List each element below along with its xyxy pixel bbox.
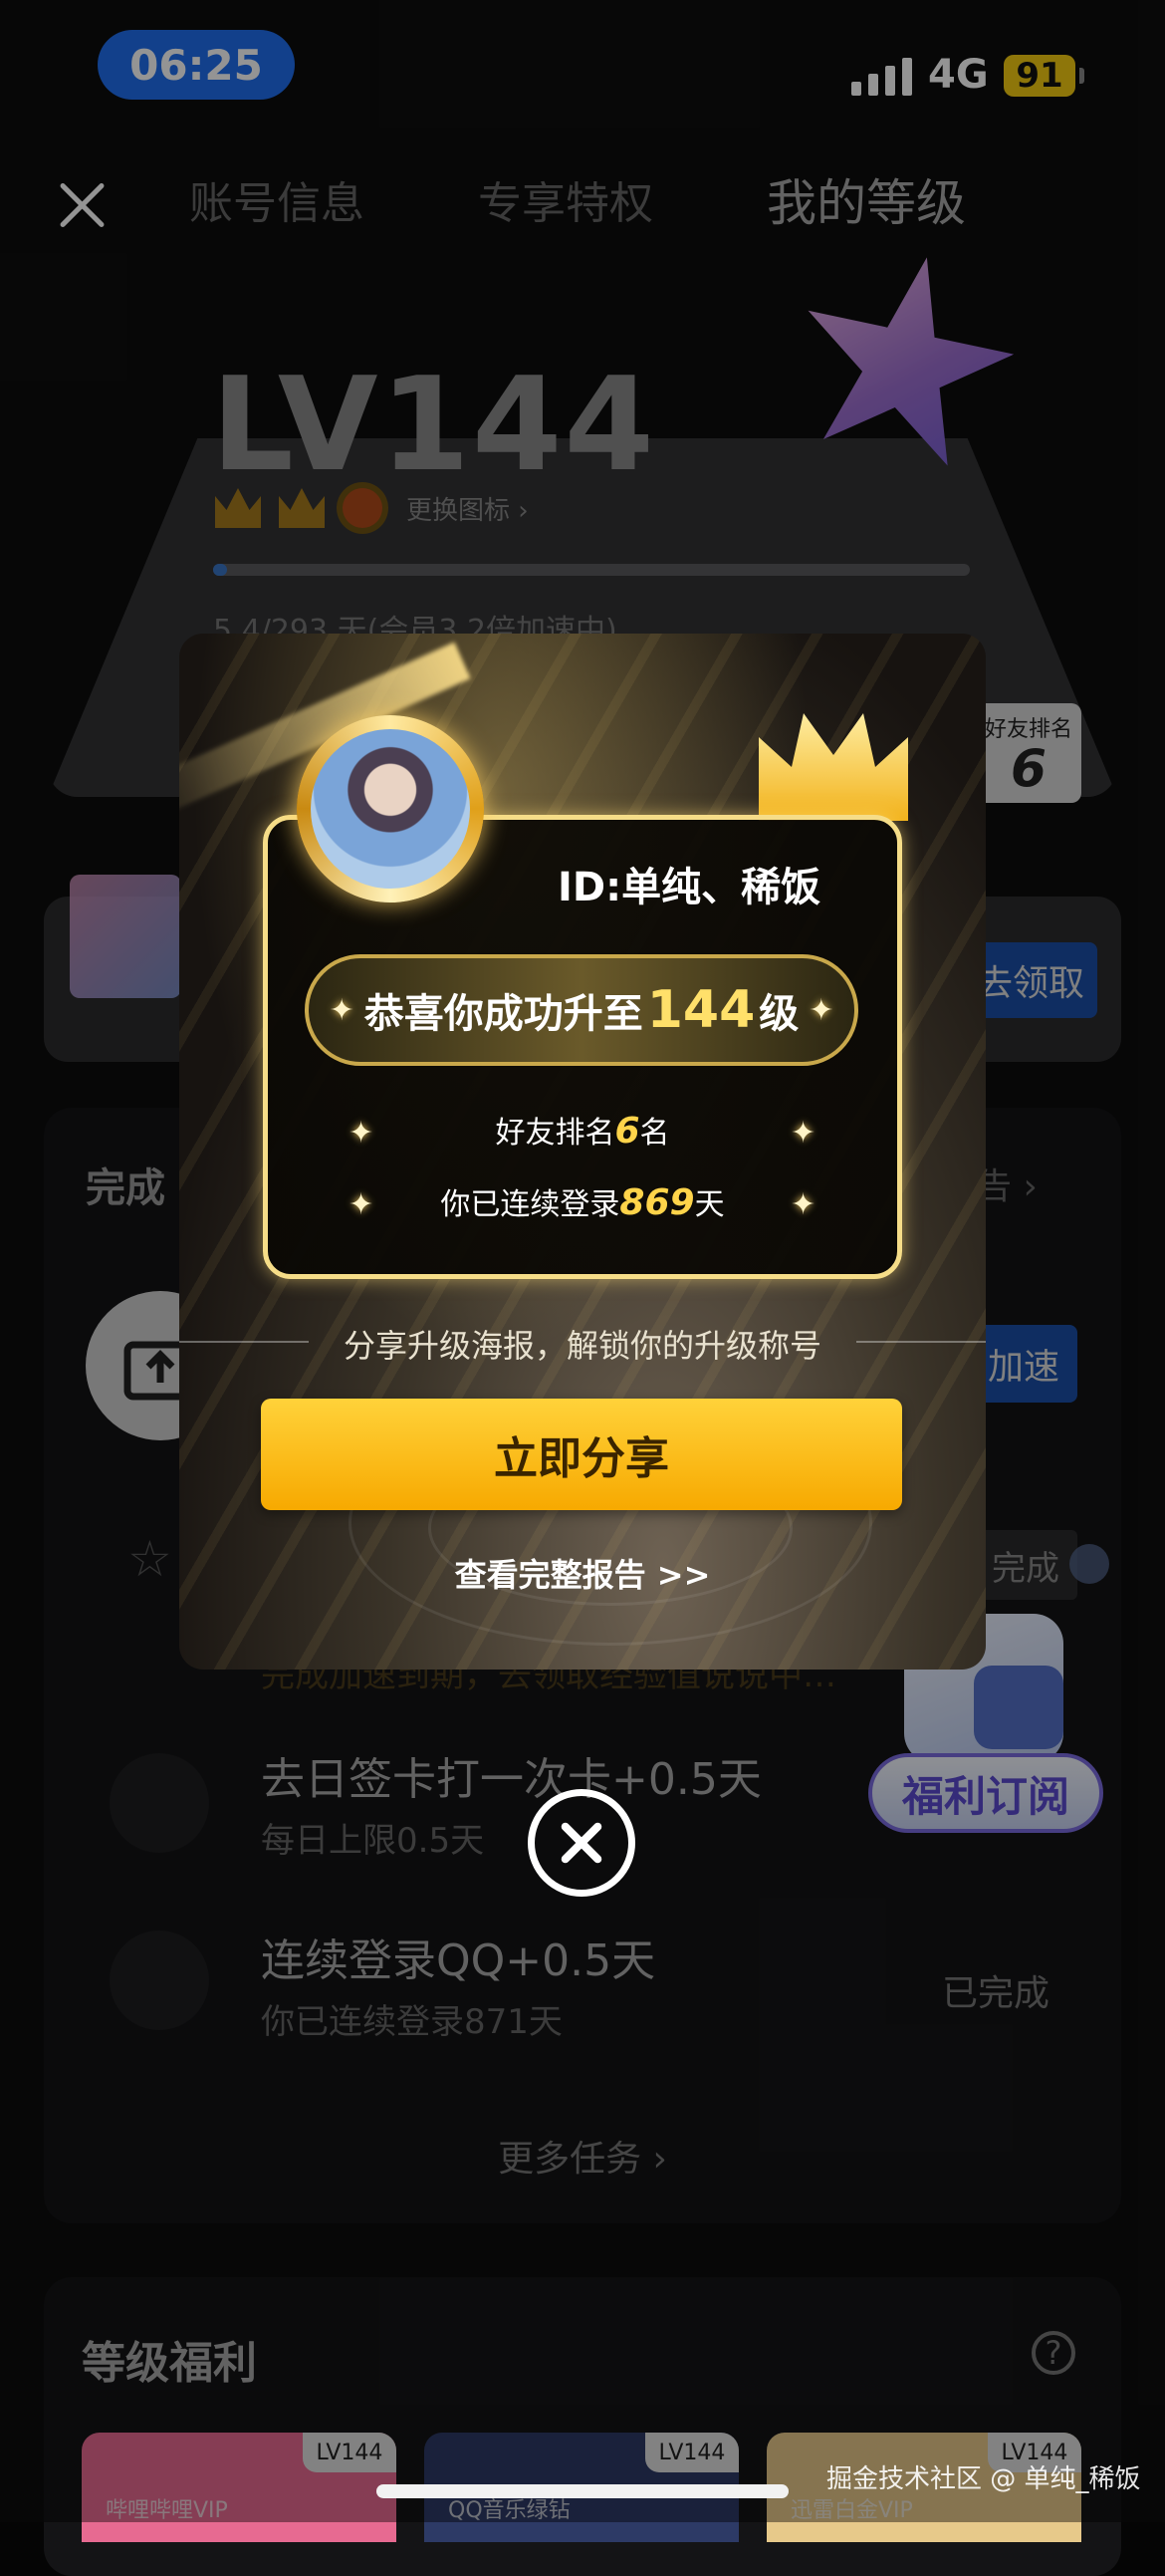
congrats-prefix: 恭喜你成功升至 [363,991,643,1037]
share-hint: 分享升级海报，解锁你的升级称号 [343,1327,821,1365]
congrats-level: 144 [646,980,756,1040]
user-id: ID:单纯、稀饭 [558,865,821,910]
friend-rank-line: 好友排名6名 [179,1108,986,1152]
watermark: 掘金技术社区 @ 单纯_稀饭 [826,2464,1141,2494]
login-days: 869 [619,1182,695,1223]
home-indicator [376,2484,789,2498]
sparkle-icon: ✦ [329,992,354,1028]
friend-rank-number: 6 [614,1111,640,1152]
congrats-suffix: 级 [759,991,800,1037]
friend-rank-suffix: 名 [639,1116,670,1151]
sparkle-icon: ✦ [809,992,834,1028]
close-circle-icon[interactable] [528,1789,635,1897]
avatar [311,729,470,889]
view-full-report-link[interactable]: 查看完整报告 >> [179,1550,986,1596]
level-up-poster: ID:单纯、稀饭 ✦ 恭喜你成功升至 144 级 ✦ ✦ ✦ 好友排名6名 ✦ … [179,634,986,1670]
login-streak-line: 你已连续登录869天 [179,1179,986,1223]
friend-rank-prefix: 好友排名 [495,1116,615,1151]
login-suffix: 天 [694,1187,725,1222]
share-button[interactable]: 立即分享 [261,1399,902,1510]
login-prefix: 你已连续登录 [440,1187,620,1222]
congrats-banner: ✦ 恭喜你成功升至 144 级 ✦ [305,954,858,1066]
